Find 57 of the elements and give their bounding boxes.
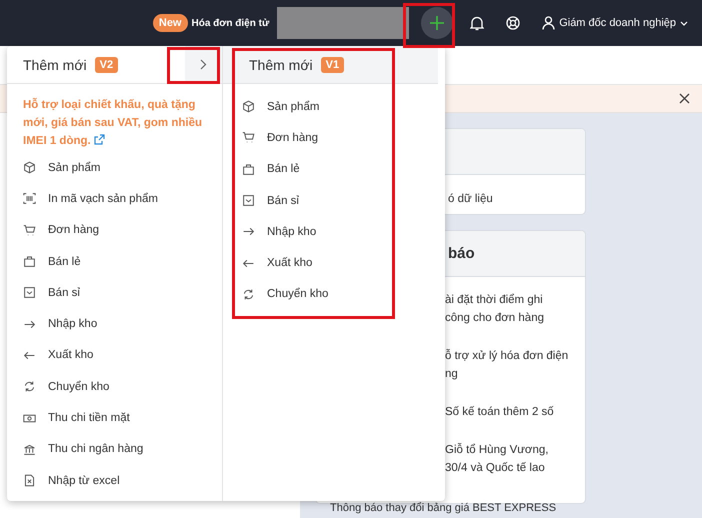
new-badge: New — [152, 14, 188, 32]
notice-text[interactable]: Giỗ tổ Hùng Vương, 30/4 và Quốc tế lao — [445, 441, 577, 478]
menu-item[interactable]: Bán lẻ — [242, 154, 438, 185]
cube-icon — [242, 100, 255, 114]
notice-text[interactable]: Thông báo thay đổi bảng giá BEST EXPRESS — [330, 502, 556, 514]
version-badge: V2 — [94, 56, 118, 72]
tray-icon — [23, 286, 36, 300]
cart-icon — [242, 131, 255, 144]
menu-item[interactable]: Thu chi ngân hàng — [23, 434, 222, 465]
notice-text[interactable]: ài đặt thời điểm ghi công cho đơn hàng — [445, 291, 577, 328]
menu-item[interactable]: Đơn hàng — [23, 214, 222, 246]
cycle-icon — [23, 380, 36, 394]
highlight-frame — [403, 3, 455, 48]
menu-item[interactable]: In mã vạch sản phẩm — [23, 183, 222, 215]
menu-item[interactable]: Chuyển kho — [242, 278, 438, 310]
plus-icon — [429, 15, 446, 31]
card-title: báo — [448, 245, 475, 262]
cube-icon — [23, 161, 36, 174]
menu-item[interactable]: Nhập từ excel — [23, 464, 222, 496]
notice-text[interactable]: ỗ trợ xử lý hóa đơn điện ng — [445, 347, 577, 384]
bag-icon — [242, 162, 255, 176]
file-icon — [23, 474, 36, 488]
menu-item[interactable]: Xuất kho — [23, 340, 222, 372]
cycle-icon — [242, 288, 255, 301]
external-link-icon[interactable] — [94, 134, 105, 145]
barcode-icon — [23, 192, 36, 206]
bell-icon[interactable] — [470, 16, 484, 30]
menu-item[interactable]: Đơn hàng — [242, 122, 438, 154]
bag-icon — [23, 255, 36, 268]
highlight-frame — [167, 47, 220, 84]
lifebuoy-icon[interactable] — [506, 16, 520, 30]
add-button[interactable] — [421, 7, 454, 39]
menu-item[interactable]: Sản phẩm — [242, 91, 438, 122]
menu-item[interactable]: Sản phẩm — [23, 152, 222, 184]
menu-item[interactable]: Nhập kho — [242, 216, 438, 248]
bank-icon — [23, 442, 36, 456]
menu-title: Thêm mới — [249, 56, 313, 72]
version-badge: V1 — [320, 56, 344, 72]
e-invoice-link[interactable]: Hóa đơn điện tử — [192, 18, 270, 28]
tray-icon — [242, 194, 255, 208]
menu-title: Thêm mới — [23, 56, 87, 72]
empty-text: ó dữ liệu — [448, 193, 493, 205]
menu-item[interactable]: Bán lẻ — [23, 246, 222, 278]
menu-item[interactable]: Chuyển kho — [23, 371, 222, 402]
notice-text[interactable]: Số kế toán thêm 2 số — [445, 403, 577, 422]
menu-item[interactable]: Xuất kho — [242, 247, 438, 279]
chevron-right-icon — [200, 59, 207, 70]
menu-item[interactable]: Thu chi tiền mặt — [23, 402, 222, 434]
chevron-down-icon — [680, 20, 688, 26]
menu-item[interactable]: Bán sỉ — [23, 277, 222, 308]
user-menu[interactable]: Giám đốc doanh nghiệp — [542, 16, 688, 30]
cart-icon — [23, 224, 36, 237]
close-icon[interactable] — [679, 93, 690, 104]
promo-note: Hỗ trợ loại chiết khấu, quà tặng mới, giá bán sau VAT, gom nhiều IMEI 1 dòng. — [22, 96, 203, 149]
menu-item[interactable]: Bán sỉ — [242, 184, 438, 216]
menu-item[interactable]: Nhập kho — [23, 308, 222, 340]
user-icon — [542, 16, 556, 30]
